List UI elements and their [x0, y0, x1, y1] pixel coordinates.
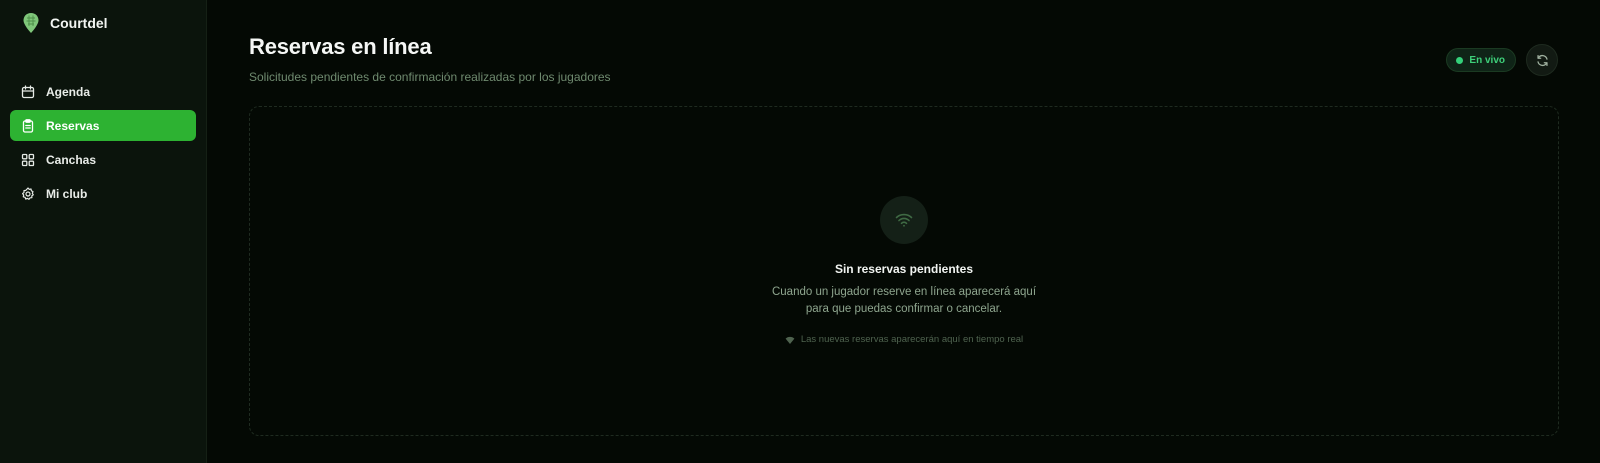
live-dot-icon — [1456, 56, 1464, 64]
sidebar-item-label: Mi club — [46, 186, 88, 201]
refresh-button[interactable] — [1526, 44, 1558, 76]
empty-state-desc-line: Cuando un jugador reserve en línea apare… — [771, 286, 1037, 298]
page-subtitle: Solicitudes pendientes de confirmación r… — [249, 70, 611, 84]
live-label: En vivo — [1469, 54, 1505, 66]
wifi-small-icon — [785, 336, 795, 344]
header-actions: En vivo — [1446, 44, 1558, 76]
live-status-badge: En vivo — [1446, 48, 1516, 72]
sidebar-item-canchas[interactable]: Canchas — [10, 144, 196, 175]
sidebar-item-label: Canchas — [46, 152, 97, 167]
sidebar-item-label: Reservas — [46, 118, 100, 133]
brand[interactable]: Courtdel — [10, 10, 196, 36]
clipboard-icon — [21, 118, 35, 133]
refresh-icon — [1536, 54, 1548, 66]
empty-state-desc-line: para que puedas confirmar o cancelar. — [805, 303, 1003, 315]
empty-state-panel: Sin reservas pendientes Cuando un jugado… — [249, 106, 1559, 436]
sidebar-item-reservas[interactable]: Reservas — [10, 110, 196, 141]
empty-state-title: Sin reservas pendientes — [834, 262, 974, 276]
sidebar: Courtdel Agenda Reservas Canchas Mi club — [0, 0, 207, 463]
wifi-icon — [895, 213, 913, 227]
app-shell: Courtdel Agenda Reservas Canchas Mi club… — [0, 0, 1600, 463]
empty-state-icon-circle — [880, 196, 928, 244]
header-text: Reservas en línea Solicitudes pendientes… — [249, 34, 611, 84]
map-pin-icon — [22, 12, 40, 34]
sidebar-nav: Agenda Reservas Canchas Mi club — [10, 76, 196, 209]
page-header: Reservas en línea Solicitudes pendientes… — [249, 34, 1558, 84]
empty-state-description: Cuando un jugador reserve en línea apare… — [772, 284, 1036, 318]
sidebar-item-agenda[interactable]: Agenda — [10, 76, 196, 107]
gear-icon — [21, 186, 35, 201]
realtime-hint-text: Las nuevas reservas aparecerán aquí en t… — [800, 334, 1024, 345]
sidebar-item-label: Agenda — [46, 84, 91, 99]
grid-icon — [21, 153, 35, 167]
page-title: Reservas en línea — [249, 34, 432, 59]
main-content: Reservas en línea Solicitudes pendientes… — [207, 0, 1600, 463]
calendar-icon — [21, 84, 35, 99]
brand-name: Courtdel — [50, 15, 108, 31]
realtime-hint: Las nuevas reservas aparecerán aquí en t… — [785, 334, 1023, 345]
sidebar-item-mi-club[interactable]: Mi club — [10, 178, 196, 209]
